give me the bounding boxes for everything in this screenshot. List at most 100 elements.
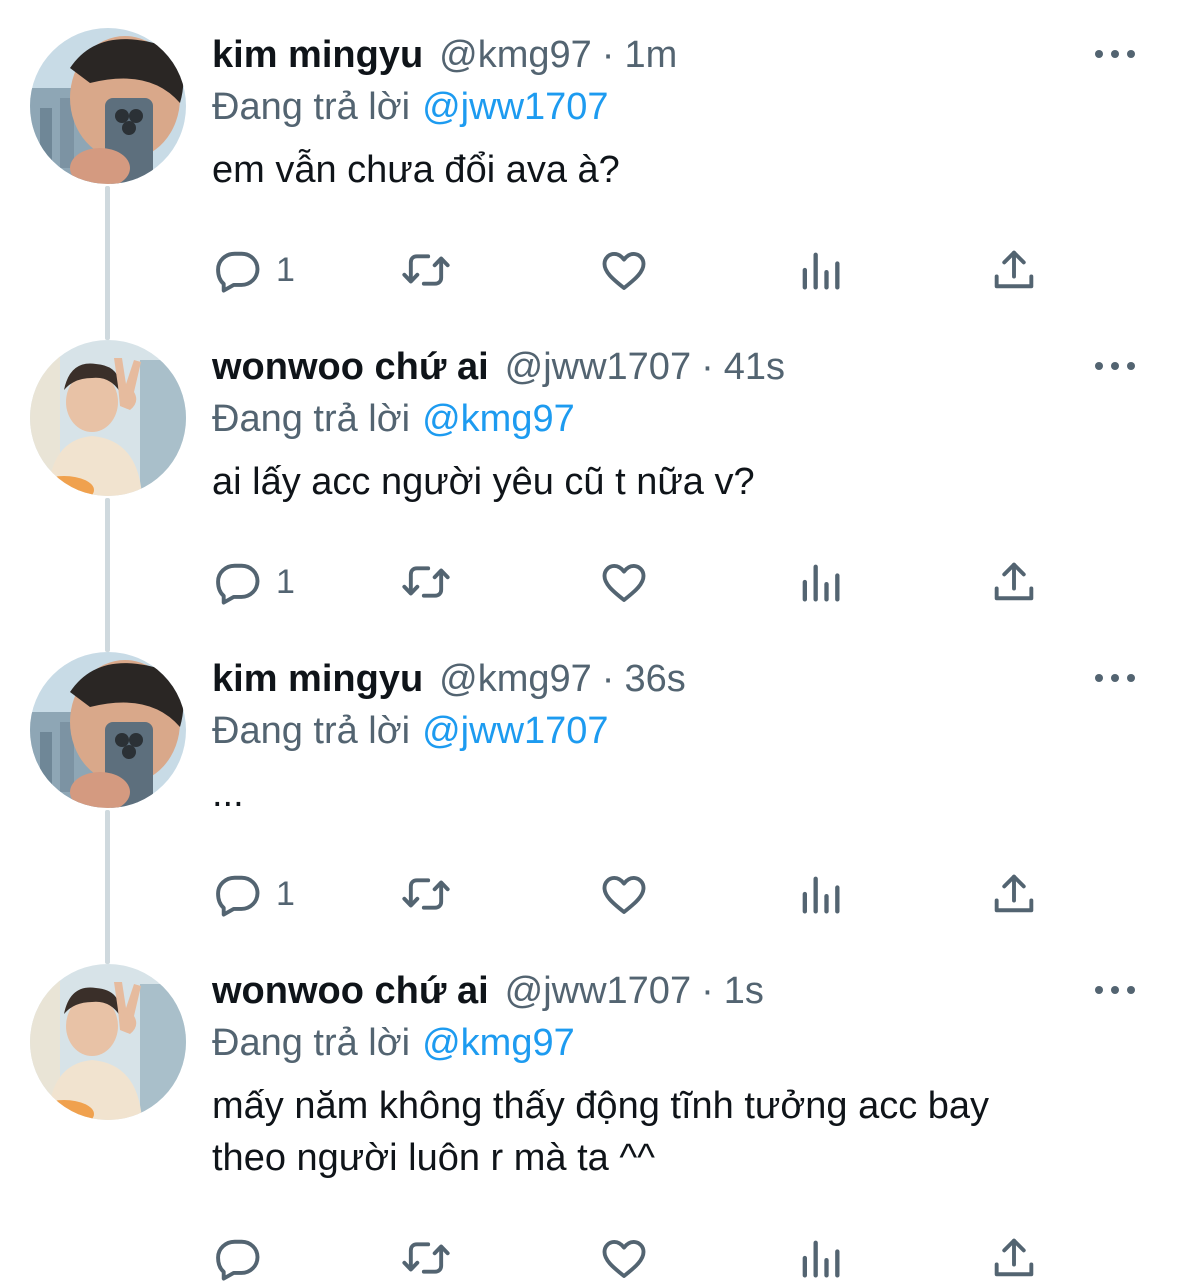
like-button[interactable] bbox=[598, 552, 650, 612]
timestamp[interactable]: 41s bbox=[724, 342, 785, 392]
mingyu-avatar[interactable] bbox=[30, 28, 186, 184]
wonwoo-avatar[interactable] bbox=[30, 964, 186, 1120]
share-icon bbox=[994, 562, 1034, 601]
retweet-button[interactable] bbox=[400, 864, 452, 924]
author-handle[interactable]: @kmg97 bbox=[439, 30, 592, 80]
share-icon bbox=[994, 874, 1034, 913]
separator-dot: · bbox=[601, 658, 615, 700]
reply-icon bbox=[216, 251, 260, 293]
reply-mention-link[interactable]: @kmg97 bbox=[422, 398, 575, 440]
retweet-button[interactable] bbox=[400, 1228, 452, 1288]
retweet-button[interactable] bbox=[400, 240, 452, 300]
like-icon bbox=[602, 876, 646, 914]
replying-to: Đang trả lời @kmg97 bbox=[212, 394, 575, 444]
tweet-3[interactable]: kim mingyu @kmg97 · 36s Đang trả lời @jww… bbox=[0, 624, 1179, 936]
views-button[interactable] bbox=[794, 864, 846, 924]
views-icon bbox=[802, 564, 840, 602]
like-icon bbox=[602, 252, 646, 290]
author-name[interactable]: wonwoo chứ ai bbox=[212, 342, 489, 392]
tweet-text-line: mấy năm không thấy động tĩnh tưởng acc b… bbox=[212, 1085, 990, 1127]
tweet-actions bbox=[212, 1228, 1052, 1288]
more-icon[interactable] bbox=[1095, 42, 1135, 66]
separator-dot: · bbox=[601, 34, 615, 76]
share-button[interactable] bbox=[988, 240, 1040, 300]
author-handle[interactable]: @jww1707 bbox=[505, 342, 691, 392]
reply-count: 1 bbox=[276, 874, 295, 913]
like-icon bbox=[602, 1240, 646, 1278]
tweet-actions: 1 bbox=[212, 552, 1052, 612]
replying-to: Đang trả lời @kmg97 bbox=[212, 1018, 575, 1068]
reply-button[interactable]: 1 bbox=[212, 240, 295, 300]
more-icon[interactable] bbox=[1095, 978, 1135, 1002]
author-name[interactable]: kim mingyu bbox=[212, 30, 423, 80]
like-icon bbox=[602, 564, 646, 602]
reply-icon bbox=[216, 875, 260, 917]
tweet-actions: 1 bbox=[212, 864, 1052, 924]
reply-button[interactable]: 1 bbox=[212, 552, 295, 612]
tweet-text: em vẫn chưa đổi ava à? bbox=[212, 144, 1132, 196]
views-button[interactable] bbox=[794, 240, 846, 300]
tweet-text-line: em vẫn chưa đổi ava à? bbox=[212, 149, 620, 191]
wonwoo-avatar[interactable] bbox=[30, 340, 186, 496]
views-button[interactable] bbox=[794, 1228, 846, 1288]
reply-icon bbox=[216, 563, 260, 605]
author-name[interactable]: wonwoo chứ ai bbox=[212, 966, 489, 1016]
reply-mention-link[interactable]: @jww1707 bbox=[422, 710, 608, 752]
tweet-text-line: ... bbox=[212, 773, 244, 815]
timestamp[interactable]: 1s bbox=[724, 966, 764, 1016]
reply-count: 1 bbox=[276, 562, 295, 601]
replying-to: Đang trả lời @jww1707 bbox=[212, 82, 609, 132]
separator-dot: · bbox=[701, 970, 714, 1012]
tweet-text-line: ai lấy acc người yêu cũ t nữa v? bbox=[212, 461, 755, 503]
like-button[interactable] bbox=[598, 1228, 650, 1288]
tweet-text: mấy năm không thấy động tĩnh tưởng acc b… bbox=[212, 1080, 1132, 1184]
tweet-text: ai lấy acc người yêu cũ t nữa v? bbox=[212, 456, 1132, 508]
retweet-icon bbox=[402, 566, 450, 598]
author-name[interactable]: kim mingyu bbox=[212, 654, 423, 704]
views-icon bbox=[802, 252, 840, 290]
share-button[interactable] bbox=[988, 1228, 1040, 1288]
author-handle[interactable]: @jww1707 bbox=[505, 966, 691, 1016]
tweet-header: wonwoo chứ ai @jww1707 · 41s bbox=[212, 342, 785, 392]
share-icon bbox=[994, 250, 1034, 289]
retweet-button[interactable] bbox=[400, 552, 452, 612]
retweet-icon bbox=[402, 878, 450, 910]
reply-button[interactable] bbox=[212, 1228, 276, 1288]
replying-to: Đang trả lời @jww1707 bbox=[212, 706, 609, 756]
tweet-text: ... bbox=[212, 768, 1132, 820]
replying-to-label: Đang trả lời bbox=[212, 1022, 411, 1064]
tweet-header: kim mingyu @kmg97 · 36s bbox=[212, 654, 686, 704]
timestamp[interactable]: 36s bbox=[624, 654, 685, 704]
tweet-1[interactable]: kim mingyu @kmg97 · 1m Đang trả lời @jww1… bbox=[0, 0, 1179, 312]
retweet-icon bbox=[402, 254, 450, 286]
views-icon bbox=[802, 876, 840, 914]
tweet-header: wonwoo chứ ai @jww1707 · 1s bbox=[212, 966, 764, 1016]
more-icon[interactable] bbox=[1095, 666, 1135, 690]
tweet-actions: 1 bbox=[212, 240, 1052, 300]
tweet-text-line: theo người luôn r mà ta ^^ bbox=[212, 1137, 656, 1179]
separator-dot: · bbox=[701, 346, 714, 388]
replying-to-label: Đang trả lời bbox=[212, 710, 411, 752]
reply-thread: kim mingyu @kmg97 · 1m Đang trả lời @jww1… bbox=[0, 0, 1179, 1287]
author-handle[interactable]: @kmg97 bbox=[439, 654, 592, 704]
tweet-2[interactable]: wonwoo chứ ai @jww1707 · 41s Đang trả lờ… bbox=[0, 312, 1179, 624]
reply-mention-link[interactable]: @jww1707 bbox=[422, 86, 608, 128]
views-button[interactable] bbox=[794, 552, 846, 612]
share-button[interactable] bbox=[988, 864, 1040, 924]
like-button[interactable] bbox=[598, 864, 650, 924]
reply-count: 1 bbox=[276, 250, 295, 289]
reply-button[interactable]: 1 bbox=[212, 864, 295, 924]
mingyu-avatar[interactable] bbox=[30, 652, 186, 808]
share-icon bbox=[994, 1238, 1034, 1277]
reply-mention-link[interactable]: @kmg97 bbox=[422, 1022, 575, 1064]
views-icon bbox=[802, 1240, 840, 1278]
replying-to-label: Đang trả lời bbox=[212, 398, 411, 440]
like-button[interactable] bbox=[598, 240, 650, 300]
tweet-4[interactable]: wonwoo chứ ai @jww1707 · 1s Đang trả lời… bbox=[0, 936, 1179, 1281]
more-icon[interactable] bbox=[1095, 354, 1135, 378]
share-button[interactable] bbox=[988, 552, 1040, 612]
retweet-icon bbox=[402, 1242, 450, 1274]
timestamp[interactable]: 1m bbox=[624, 30, 677, 80]
reply-icon bbox=[216, 1239, 260, 1281]
tweet-header: kim mingyu @kmg97 · 1m bbox=[212, 30, 677, 80]
